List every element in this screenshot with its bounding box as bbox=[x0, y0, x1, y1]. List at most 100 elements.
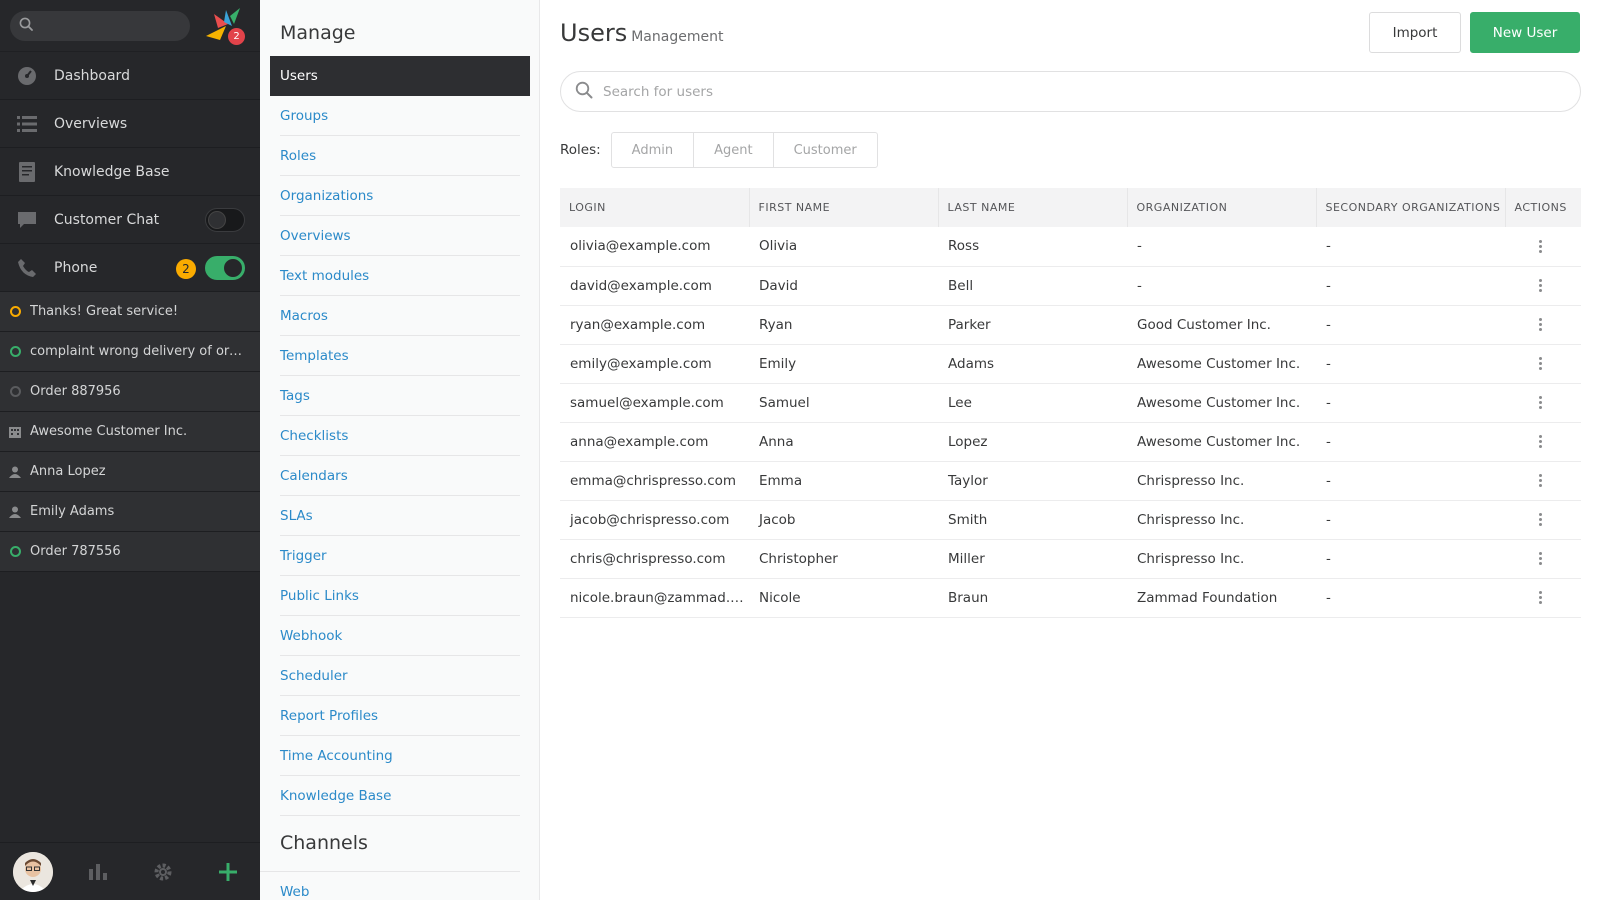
more-actions-icon[interactable] bbox=[1538, 513, 1542, 526]
dot bbox=[1538, 323, 1542, 326]
table-cell: samuel@example.com bbox=[560, 383, 749, 423]
admin-menu-item-macros[interactable]: Macros bbox=[280, 296, 520, 336]
task-tab[interactable]: Order 787556 bbox=[0, 532, 260, 572]
column-header[interactable]: SECONDARY ORGANIZATIONS bbox=[1316, 188, 1506, 227]
nav-item-phone[interactable]: Phone 2 bbox=[0, 244, 260, 292]
admin-menu-item-report-profiles[interactable]: Report Profiles bbox=[280, 696, 520, 736]
role-filter-admin[interactable]: Admin bbox=[612, 133, 695, 167]
nav-item-dashboard[interactable]: Dashboard bbox=[0, 52, 260, 100]
admin-menu-item-roles[interactable]: Roles bbox=[280, 136, 520, 176]
table-header-row: LOGIN FIRST NAME LAST NAME ORGANIZATION SECO… bbox=[560, 188, 1581, 227]
column-header[interactable]: ORGANIZATION bbox=[1127, 188, 1317, 227]
more-actions-icon[interactable] bbox=[1538, 591, 1542, 604]
more-actions-icon[interactable] bbox=[1538, 357, 1542, 370]
user-search-field[interactable] bbox=[560, 71, 1581, 112]
table-cell: jacob@chrispresso.com bbox=[560, 500, 749, 540]
admin-menu-item-groups[interactable]: Groups bbox=[280, 96, 520, 136]
admin-menu-item-text-modules[interactable]: Text modules bbox=[280, 256, 520, 296]
phone-toggle[interactable] bbox=[205, 256, 245, 280]
table-row[interactable]: jacob@chrispresso.com Jacob Smith Chrispres… bbox=[560, 500, 1581, 540]
table-row[interactable]: chris@chrispresso.com Christopher Miller Ch… bbox=[560, 539, 1581, 579]
admin-menu-item-tags[interactable]: Tags bbox=[280, 376, 520, 416]
table-cell: Chrispresso Inc. bbox=[1127, 500, 1316, 540]
table-row[interactable]: nicole.braun@zammad.org Nicole Braun Zammad… bbox=[560, 578, 1581, 618]
channel-menu-item-web[interactable]: Web bbox=[280, 872, 520, 900]
admin-menu-item-checklists[interactable]: Checklists bbox=[280, 416, 520, 456]
table-row[interactable]: anna@example.com Anna Lopez Awesome Custome… bbox=[560, 422, 1581, 462]
nav-search-input[interactable] bbox=[41, 18, 181, 33]
role-filter-customer[interactable]: Customer bbox=[774, 133, 877, 167]
dot bbox=[1538, 249, 1542, 253]
more-actions-icon[interactable] bbox=[1538, 239, 1542, 253]
dot bbox=[1538, 362, 1542, 365]
table-row[interactable]: emily@example.com Emily Adams Awesome Custo… bbox=[560, 344, 1581, 384]
more-actions-icon[interactable] bbox=[1538, 318, 1542, 331]
table-cell: - bbox=[1316, 539, 1505, 579]
admin-menu-item-slas[interactable]: SLAs bbox=[280, 496, 520, 536]
more-actions-icon[interactable] bbox=[1538, 474, 1542, 487]
dot bbox=[1538, 601, 1542, 604]
dot bbox=[1538, 401, 1542, 404]
task-tab[interactable]: Awesome Customer Inc. bbox=[0, 412, 260, 452]
dot bbox=[1538, 440, 1542, 443]
admin-menu-item-calendars[interactable]: Calendars bbox=[280, 456, 520, 496]
ticket-closed-icon bbox=[9, 386, 21, 398]
dot bbox=[1538, 523, 1542, 526]
nav-search-box[interactable] bbox=[10, 10, 190, 41]
column-header[interactable]: FIRST NAME bbox=[749, 188, 939, 227]
admin-menu-item-users[interactable]: Users bbox=[270, 56, 530, 96]
nav-item-label: Customer Chat bbox=[54, 211, 160, 228]
task-tab[interactable]: Emily Adams bbox=[0, 492, 260, 532]
dashboard-icon bbox=[17, 66, 37, 86]
dot bbox=[1538, 479, 1542, 482]
admin-menu-item-templates[interactable]: Templates bbox=[280, 336, 520, 376]
role-filter-agent[interactable]: Agent bbox=[694, 133, 774, 167]
user-search-input[interactable] bbox=[603, 83, 1503, 100]
import-button[interactable]: Import bbox=[1369, 12, 1461, 53]
admin-menu-item-trigger[interactable]: Trigger bbox=[280, 536, 520, 576]
task-tab[interactable]: Order 887956 bbox=[0, 372, 260, 412]
row-actions-cell bbox=[1505, 461, 1581, 501]
channels-heading: Channels bbox=[260, 816, 520, 872]
task-tab[interactable]: Thanks! Great service! bbox=[0, 292, 260, 332]
admin-menu-item-organizations[interactable]: Organizations bbox=[280, 176, 520, 216]
dot bbox=[1538, 513, 1542, 516]
table-row[interactable]: samuel@example.com Samuel Lee Awesome Custo… bbox=[560, 383, 1581, 423]
nav-item-knowledge-base[interactable]: Knowledge Base bbox=[0, 148, 260, 196]
chat-toggle[interactable] bbox=[205, 208, 245, 232]
table-row[interactable]: emma@chrispresso.com Emma Taylor Chrispress… bbox=[560, 461, 1581, 501]
column-header[interactable]: LOGIN bbox=[560, 188, 750, 227]
reporting-icon[interactable] bbox=[65, 843, 130, 900]
book-icon bbox=[17, 161, 37, 182]
user-icon bbox=[9, 466, 21, 478]
table-row[interactable]: david@example.com David Bell - - bbox=[560, 266, 1581, 306]
admin-menu-item-scheduler[interactable]: Scheduler bbox=[280, 656, 520, 696]
new-ticket-plus-icon[interactable] bbox=[195, 843, 260, 900]
table-cell: emma@chrispresso.com bbox=[560, 461, 749, 501]
row-actions-cell bbox=[1505, 383, 1581, 423]
nav-item-customer-chat[interactable]: Customer Chat bbox=[0, 196, 260, 244]
admin-menu-item-public-links[interactable]: Public Links bbox=[280, 576, 520, 616]
avatar[interactable] bbox=[12, 851, 53, 892]
avatar-cell[interactable] bbox=[0, 843, 65, 900]
admin-menu-item-time-accounting[interactable]: Time Accounting bbox=[280, 736, 520, 776]
table-cell: Nicole bbox=[749, 578, 938, 618]
admin-menu-item-knowledge-base[interactable]: Knowledge Base bbox=[280, 776, 520, 816]
nav-item-overviews[interactable]: Overviews bbox=[0, 100, 260, 148]
column-header[interactable]: ACTIONS bbox=[1505, 188, 1581, 227]
table-row[interactable]: ryan@example.com Ryan Parker Good Customer … bbox=[560, 305, 1581, 345]
admin-menu-item-webhook[interactable]: Webhook bbox=[280, 616, 520, 656]
task-tab[interactable]: Anna Lopez bbox=[0, 452, 260, 492]
more-actions-icon[interactable] bbox=[1538, 552, 1542, 565]
more-actions-icon[interactable] bbox=[1538, 279, 1542, 292]
task-tab-label: Anna Lopez bbox=[30, 464, 106, 479]
settings-gear-icon[interactable] bbox=[130, 843, 195, 900]
task-tab[interactable]: complaint wrong delivery of order bbox=[0, 332, 260, 372]
column-header[interactable]: LAST NAME bbox=[938, 188, 1128, 227]
notification-badge[interactable]: 2 bbox=[228, 28, 245, 45]
table-row[interactable]: olivia@example.com Olivia Ross - - bbox=[560, 227, 1581, 267]
admin-menu-item-overviews[interactable]: Overviews bbox=[280, 216, 520, 256]
new-user-button[interactable]: New User bbox=[1470, 12, 1580, 53]
more-actions-icon[interactable] bbox=[1538, 435, 1542, 448]
more-actions-icon[interactable] bbox=[1538, 396, 1542, 409]
